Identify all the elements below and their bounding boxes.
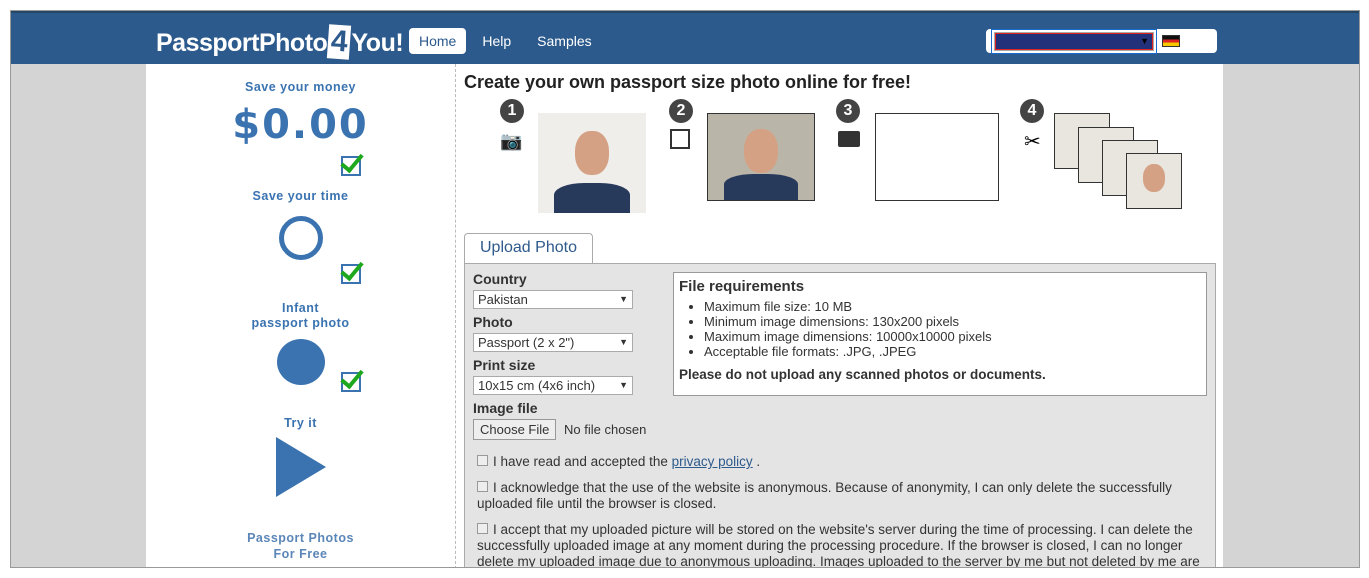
- infant-heading-2: passport photo: [251, 316, 350, 330]
- anonymous-checkbox-row: I acknowledge that the use of the websit…: [477, 480, 1207, 512]
- nav-home[interactable]: Home: [409, 28, 467, 54]
- logo-text: PassportPhoto: [156, 29, 328, 57]
- flag-english-icon[interactable]: [991, 28, 1157, 54]
- nav-help[interactable]: Help: [472, 28, 521, 54]
- sidebar: Save your money $0.00 Save your time Inf…: [146, 64, 456, 567]
- alarm-clock-icon: [279, 216, 323, 260]
- checkbox-label: I acknowledge that the use of the websit…: [477, 480, 1172, 511]
- anonymous-checkbox[interactable]: [477, 481, 488, 492]
- privacy-policy-link[interactable]: privacy policy: [672, 454, 753, 469]
- nav: Home Help Samples: [409, 28, 602, 54]
- upload-panel: Country Pakistan Photo Passport (2 x 2")…: [464, 263, 1216, 568]
- checkbox-label: I accept that my uploaded picture will b…: [477, 522, 1200, 568]
- flag-german-icon[interactable]: [1162, 35, 1180, 47]
- step1-photo: [538, 113, 646, 213]
- steps: 1 📷 2 3 4 ✂: [464, 93, 1216, 233]
- nav-samples[interactable]: Samples: [527, 28, 601, 54]
- page-title: Create your own passport size photo onli…: [464, 72, 912, 92]
- requirement-item: Maximum file size: 10 MB: [704, 299, 1201, 314]
- image-file-label: Image file: [473, 400, 538, 416]
- requirements-title: File requirements: [679, 278, 805, 295]
- scissors-icon: ✂: [1024, 131, 1041, 153]
- checkbox-label-end: .: [752, 454, 761, 469]
- storage-checkbox[interactable]: [477, 523, 488, 534]
- page: Save your money $0.00 Save your time Inf…: [146, 64, 1223, 568]
- checkbox-label: I have read and accepted the: [493, 454, 672, 469]
- checkmark-icon: [341, 264, 361, 284]
- step-number: 3: [836, 99, 860, 123]
- price: $0.00: [232, 102, 369, 148]
- step2-photo: [707, 113, 815, 201]
- language-selector: [986, 28, 1217, 54]
- checkmark-icon: [341, 372, 361, 392]
- cut-photo: [1126, 153, 1182, 209]
- requirements-note: Please do not upload any scanned photos …: [679, 367, 1046, 382]
- logo[interactable]: PassportPhoto4 You!: [156, 24, 404, 60]
- photo-label: Photo: [473, 314, 513, 330]
- header: PassportPhoto4 You! Home Help Samples: [11, 11, 1359, 64]
- requirement-item: Minimum image dimensions: 130x200 pixels: [704, 314, 1201, 329]
- print-size-label: Print size: [473, 357, 536, 373]
- privacy-checkbox-row: I have read and accepted the privacy pol…: [477, 454, 1207, 470]
- crop-icon: [670, 129, 690, 149]
- step-number: 2: [669, 99, 693, 123]
- save-time-heading: Save your time: [252, 189, 349, 203]
- print-size-select[interactable]: 10x15 cm (4x6 inch): [473, 376, 633, 395]
- step-number: 1: [500, 99, 524, 123]
- printer-icon: [838, 131, 860, 147]
- file-status: No file chosen: [564, 422, 647, 437]
- requirement-item: Acceptable file formats: .JPG, .JPEG: [704, 344, 1201, 359]
- footer-text: Passport Photos: [247, 531, 354, 545]
- choose-file-button[interactable]: Choose File: [473, 419, 557, 440]
- try-it-heading: Try it: [284, 416, 317, 430]
- tab-upload-photo[interactable]: Upload Photo: [464, 233, 593, 263]
- country-label: Country: [473, 271, 527, 287]
- main: Create your own passport size photo onli…: [464, 64, 1216, 568]
- logo-text-2: You!: [351, 29, 404, 57]
- footer-text-2: For Free: [273, 547, 328, 561]
- checkmark-icon: [341, 156, 361, 176]
- camera-icon: 📷: [500, 131, 523, 151]
- privacy-checkbox[interactable]: [477, 455, 488, 466]
- storage-checkbox-row: I accept that my uploaded picture will b…: [477, 522, 1207, 568]
- save-money-heading: Save your money: [244, 80, 356, 94]
- photo-select[interactable]: Passport (2 x 2"): [473, 333, 633, 352]
- step-number: 4: [1020, 99, 1044, 123]
- step3-print-sheet: [875, 113, 999, 201]
- logo-number: 4: [327, 24, 352, 60]
- infant-heading: Infant: [281, 301, 320, 315]
- country-select[interactable]: Pakistan: [473, 290, 633, 309]
- baby-face-icon: [277, 339, 325, 385]
- arrow-right-icon[interactable]: [276, 437, 326, 497]
- file-requirements: File requirements Maximum file size: 10 …: [673, 272, 1207, 396]
- requirement-item: Maximum image dimensions: 10000x10000 pi…: [704, 329, 1201, 344]
